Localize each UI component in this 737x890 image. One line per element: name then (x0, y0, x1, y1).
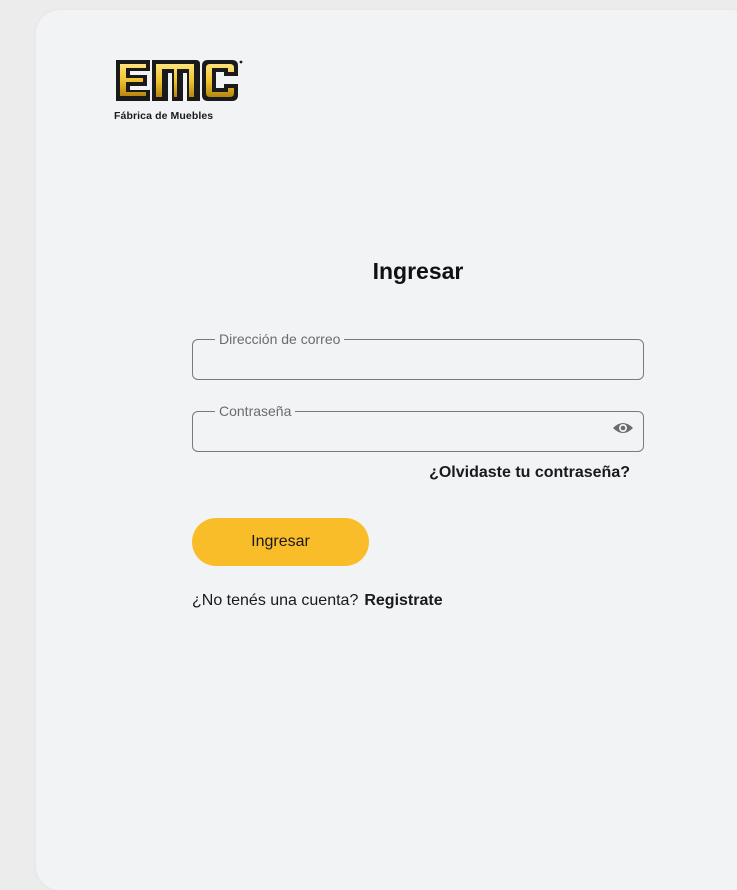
register-link[interactable]: Registrate (364, 592, 442, 609)
forgot-password-link[interactable]: ¿Olvidaste tu contraseña? (192, 464, 630, 482)
no-account-text: ¿No tenés una cuenta? (192, 592, 359, 609)
brand-tagline: Fábrica de Muebles (114, 110, 214, 122)
email-input[interactable] (206, 342, 610, 374)
page-title: Ingresar (372, 258, 464, 284)
login-button[interactable]: Ingresar (192, 518, 369, 566)
registered-mark-icon (239, 60, 243, 64)
password-input[interactable] (206, 414, 610, 446)
show-password-button[interactable] (612, 419, 634, 437)
email-field: Dirección de correo (192, 332, 644, 380)
password-field: Contraseña (192, 404, 644, 452)
register-prompt: ¿No tenés una cuenta? Registrate (192, 592, 443, 610)
eye-icon (613, 423, 633, 433)
login-card: Fábrica de Muebles Ingresar Dirección de… (36, 10, 737, 890)
brand-logo: Fábrica de Muebles (114, 54, 244, 126)
emc-logo-mark (116, 60, 243, 101)
